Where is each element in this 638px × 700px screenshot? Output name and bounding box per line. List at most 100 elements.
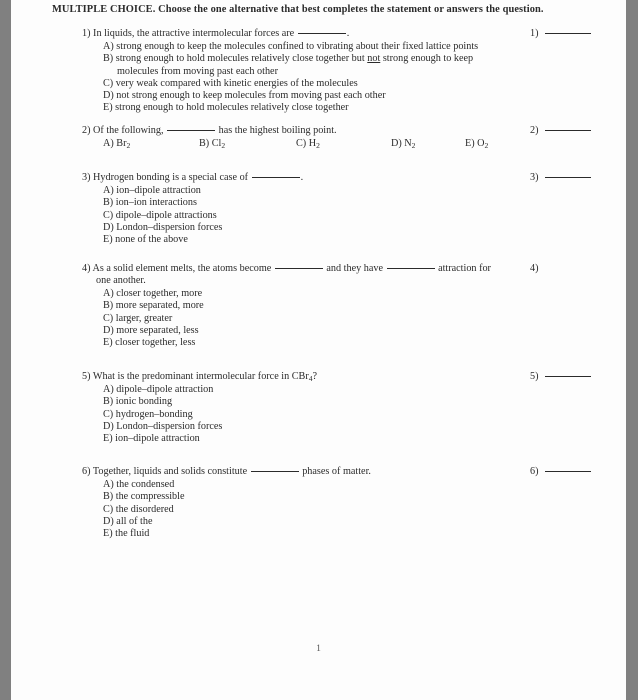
option-emphasis: not xyxy=(367,53,381,65)
option-letter: C) xyxy=(103,209,114,221)
answer-label: 1) xyxy=(530,28,539,39)
question-5-answer-slot[interactable]: 5) xyxy=(530,371,591,383)
question-3-option-d[interactable]: D) London–dispersion forces xyxy=(103,222,523,234)
option-text: ion–dipole attraction xyxy=(116,185,201,196)
question-1-option-d[interactable]: D) not strong enough to keep molecules f… xyxy=(103,90,523,102)
option-formula: Cl2 xyxy=(211,138,226,150)
question-2-option-d[interactable]: D) N2 xyxy=(391,138,415,152)
option-letter: C) xyxy=(103,503,114,515)
option-text: very weak compared with kinetic energies… xyxy=(115,77,358,89)
question-2-text-after: has the highest boiling point. xyxy=(216,125,337,136)
question-6-options: A) the condensed B) the compressible C) … xyxy=(103,479,523,540)
option-text: larger, greater xyxy=(115,312,173,324)
answer-write-line[interactable] xyxy=(544,130,591,131)
option-letter: C) xyxy=(103,312,114,324)
question-3-option-c[interactable]: C) dipole–dipole attractions xyxy=(103,210,523,222)
option-letter: D) xyxy=(391,138,402,149)
document-page: MULTIPLE CHOICE. Choose the one alternat… xyxy=(11,0,626,700)
question-2-option-a[interactable]: A) Br2 xyxy=(103,138,130,152)
answer-write-line[interactable] xyxy=(544,177,591,178)
option-text: more separated, less xyxy=(116,324,199,336)
question-1-stem: 1) In liquids, the attractive intermolec… xyxy=(82,28,482,40)
question-4-option-d[interactable]: D) more separated, less xyxy=(103,325,523,337)
answer-write-line[interactable] xyxy=(544,33,591,34)
question-6-stem: 6) Together, liquids and solids constitu… xyxy=(82,466,482,478)
option-text: strong enough to hold molecules relative… xyxy=(115,102,349,114)
question-2-number: 2) xyxy=(82,125,91,136)
question-4-options: A) closer together, more B) more separat… xyxy=(103,288,523,349)
option-formula: H2 xyxy=(308,138,320,150)
question-5-option-e[interactable]: E) ion–dipole attraction xyxy=(103,433,523,445)
question-3-option-a[interactable]: A) ion–dipole attraction xyxy=(103,185,523,197)
question-6-option-d[interactable]: D) all of the xyxy=(103,516,523,528)
option-letter: E) xyxy=(103,102,113,114)
question-5-option-c[interactable]: C) hydrogen–bonding xyxy=(103,409,523,421)
question-6-option-b[interactable]: B) the compressible xyxy=(103,491,523,503)
question-3-option-e[interactable]: E) none of the above xyxy=(103,234,523,246)
answer-label: 2) xyxy=(530,125,539,136)
question-3-number: 3) xyxy=(82,172,91,183)
question-1-text-before: In liquids, the attractive intermolecula… xyxy=(93,28,297,39)
option-text: not strong enough to keep molecules from… xyxy=(116,90,386,102)
question-4-stem: 4) As a solid element melts, the atoms b… xyxy=(82,263,512,288)
option-letter: A) xyxy=(103,138,114,149)
vertical-scrollbar[interactable] xyxy=(626,0,636,700)
option-letter: B) xyxy=(103,197,114,209)
question-3-option-b[interactable]: B) ion–ion interactions xyxy=(103,197,523,209)
question-6-option-e[interactable]: E) the fluid xyxy=(103,528,523,540)
answer-write-line[interactable] xyxy=(544,471,591,472)
question-1-option-e[interactable]: E) strong enough to hold molecules relat… xyxy=(103,102,523,114)
question-1-answer-slot[interactable]: 1) xyxy=(530,28,591,40)
option-letter: C) xyxy=(103,408,114,420)
question-6-option-a[interactable]: A) the condensed xyxy=(103,479,523,491)
option-text: more separated, more xyxy=(115,300,204,312)
question-3-answer-slot[interactable]: 3) xyxy=(530,172,591,184)
option-letter: E) xyxy=(103,433,113,445)
question-1-option-a[interactable]: A) strong enough to keep the molecules c… xyxy=(103,41,523,53)
option-text: all of the xyxy=(116,515,153,527)
option-letter: D) xyxy=(103,90,114,102)
question-1-option-b[interactable]: B) strong enough to hold molecules relat… xyxy=(103,53,523,78)
question-6-answer-slot[interactable]: 6) xyxy=(530,466,591,478)
question-5-option-d[interactable]: D) London–dispersion forces xyxy=(103,421,523,433)
option-text: the fluid xyxy=(115,528,150,540)
question-3-blank xyxy=(251,177,300,178)
question-2-option-c[interactable]: C) H2 xyxy=(296,138,320,152)
question-4-option-a[interactable]: A) closer together, more xyxy=(103,288,523,300)
question-2-option-b[interactable]: B) Cl2 xyxy=(199,138,225,152)
question-2-answer-slot[interactable]: 2) xyxy=(530,125,591,137)
question-5-option-a[interactable]: A) dipole–dipole attraction xyxy=(103,384,523,396)
question-2-option-e[interactable]: E) O2 xyxy=(465,138,488,152)
question-6-option-c[interactable]: C) the disordered xyxy=(103,504,523,516)
option-letter: D) xyxy=(103,221,114,233)
question-4-option-b[interactable]: B) more separated, more xyxy=(103,300,523,312)
option-letter: C) xyxy=(103,77,114,89)
answer-write-line[interactable] xyxy=(544,376,591,377)
option-text-after: strong enough to keep xyxy=(380,53,474,65)
question-4-text-middle: and they have xyxy=(323,263,386,274)
question-5-option-b[interactable]: B) ionic bonding xyxy=(103,396,523,408)
question-2-text-before: Of the following, xyxy=(93,125,167,136)
option-letter: A) xyxy=(103,384,114,395)
question-5-number: 5) xyxy=(82,371,91,382)
option-text: hydrogen–bonding xyxy=(115,408,193,420)
question-4-continuation: one another. xyxy=(96,275,146,287)
question-6-text-before: Together, liquids and solids constitute xyxy=(92,466,250,477)
question-5-text-before: What is the predominant intermolecular f… xyxy=(92,371,309,382)
option-text: London–dispersion forces xyxy=(116,420,223,432)
option-text: closer together, less xyxy=(115,337,196,349)
option-text: the disordered xyxy=(115,503,174,515)
option-letter: D) xyxy=(103,515,114,527)
option-letter: B) xyxy=(103,491,114,503)
question-4-option-c[interactable]: C) larger, greater xyxy=(103,313,523,325)
option-text: London–dispersion forces xyxy=(116,221,223,233)
option-text: ion–dipole attraction xyxy=(115,433,200,445)
question-4-answer-slot[interactable]: 4) xyxy=(530,263,539,275)
question-3-options: A) ion–dipole attraction B) ion–ion inte… xyxy=(103,185,523,246)
question-6-text-after: phases of matter. xyxy=(299,466,371,477)
question-4-option-e[interactable]: E) closer together, less xyxy=(103,337,523,349)
question-1-options: A) strong enough to keep the molecules c… xyxy=(103,41,523,115)
option-text: strong enough to hold molecules relative… xyxy=(115,53,368,65)
question-1-option-c[interactable]: C) very weak compared with kinetic energ… xyxy=(103,78,523,90)
question-4-number: 4) xyxy=(82,263,91,274)
